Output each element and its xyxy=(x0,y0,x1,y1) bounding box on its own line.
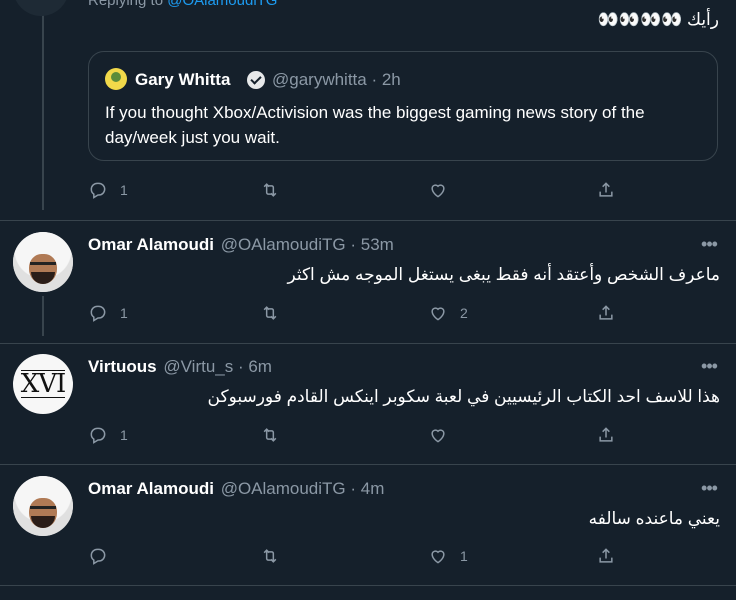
author-name[interactable]: Omar Alamoudi xyxy=(88,235,214,254)
author-name[interactable]: Omar Alamoudi xyxy=(88,479,214,498)
avatar[interactable]: XVI xyxy=(13,354,73,414)
more-icon[interactable]: ••• xyxy=(697,479,721,500)
avatar[interactable] xyxy=(105,68,127,90)
retweet-icon xyxy=(263,549,277,563)
author-handle-time: @OAlamoudiTG · 4m xyxy=(220,479,385,498)
author-handle-time: @Virtu_s · 6m xyxy=(163,357,272,376)
retweet-icon xyxy=(263,183,277,197)
like-count: 1 xyxy=(460,548,468,564)
like-icon xyxy=(431,550,445,564)
share-icon xyxy=(599,427,613,442)
like-icon xyxy=(431,307,445,321)
thread-line xyxy=(42,296,44,336)
avatar-logo-text: XVI xyxy=(20,369,66,399)
quoted-author-name[interactable]: Gary Whitta xyxy=(135,70,230,90)
reply-icon xyxy=(90,305,106,322)
quoted-author-handle: @garywhitta · 2h xyxy=(272,70,401,89)
share-icon xyxy=(599,305,613,320)
tweet-actions: 1 xyxy=(88,544,628,568)
share-button[interactable] xyxy=(596,178,616,202)
tweet-actions: 1 2 xyxy=(88,301,628,325)
share-button[interactable] xyxy=(596,301,616,325)
reply-button[interactable] xyxy=(88,544,120,568)
like-button[interactable]: 1 xyxy=(428,544,468,568)
tweet-text: يعني ماعنده سالفه xyxy=(588,509,720,528)
more-icon[interactable]: ••• xyxy=(697,357,721,378)
tweet-header: Omar Alamoudi @OAlamoudiTG · 53m xyxy=(88,235,394,255)
avatar[interactable] xyxy=(13,232,73,292)
retweet-button[interactable] xyxy=(260,178,292,202)
reply-icon xyxy=(90,427,106,444)
avatar[interactable] xyxy=(13,476,73,536)
reply-button[interactable]: 1 xyxy=(88,178,128,202)
reply-icon xyxy=(90,548,106,565)
replying-handle-link[interactable]: @OAlamoudiTG xyxy=(167,0,277,9)
reply-button[interactable]: 1 xyxy=(88,423,128,447)
tweet-text: رأيك 👀👀👀👀 xyxy=(597,10,719,29)
divider xyxy=(0,464,736,465)
like-button[interactable] xyxy=(428,178,460,202)
tweet-actions: 1 xyxy=(88,178,628,202)
like-button[interactable] xyxy=(428,423,460,447)
tweet-text: ماعرف الشخص وأعتقد أنه فقط يبغى يستغل ال… xyxy=(287,265,720,284)
like-icon xyxy=(431,429,445,443)
reply-button[interactable]: 1 xyxy=(88,301,128,325)
retweet-icon xyxy=(263,306,277,320)
verified-icon xyxy=(247,71,265,89)
like-button[interactable]: 2 xyxy=(428,301,468,325)
share-icon xyxy=(599,548,613,563)
divider xyxy=(0,343,736,344)
divider xyxy=(0,220,736,221)
reply-icon xyxy=(90,182,106,199)
like-icon xyxy=(431,184,445,198)
retweet-icon xyxy=(263,428,277,442)
author-name[interactable]: Virtuous xyxy=(88,357,157,376)
reply-count: 1 xyxy=(120,427,128,443)
author-handle-time: @OAlamoudiTG · 53m xyxy=(220,235,394,254)
like-count: 2 xyxy=(460,305,468,321)
tweet-actions: 1 xyxy=(88,423,628,447)
quoted-tweet-card[interactable]: Gary Whitta @garywhitta · 2h If you thou… xyxy=(88,51,718,161)
reply-count: 1 xyxy=(120,305,128,321)
tweet-text: هذا للاسف احد الكتاب الرئيسيين في لعبة س… xyxy=(207,387,720,406)
tweet-header: Virtuous @Virtu_s · 6m xyxy=(88,357,272,377)
divider xyxy=(0,585,736,586)
retweet-button[interactable] xyxy=(260,301,292,325)
share-button[interactable] xyxy=(596,423,616,447)
reply-count: 1 xyxy=(120,182,128,198)
avatar[interactable] xyxy=(13,0,69,16)
retweet-button[interactable] xyxy=(260,423,292,447)
tweet-header: Omar Alamoudi @OAlamoudiTG · 4m xyxy=(88,479,384,499)
quoted-tweet-text: If you thought Xbox/Activision was the b… xyxy=(105,103,645,147)
share-button[interactable] xyxy=(596,544,616,568)
more-icon[interactable]: ••• xyxy=(697,235,721,256)
replying-to: Replying to @OAlamoudiTG xyxy=(88,0,277,9)
thread-line xyxy=(42,0,44,210)
share-icon xyxy=(599,182,613,197)
retweet-button[interactable] xyxy=(260,544,292,568)
